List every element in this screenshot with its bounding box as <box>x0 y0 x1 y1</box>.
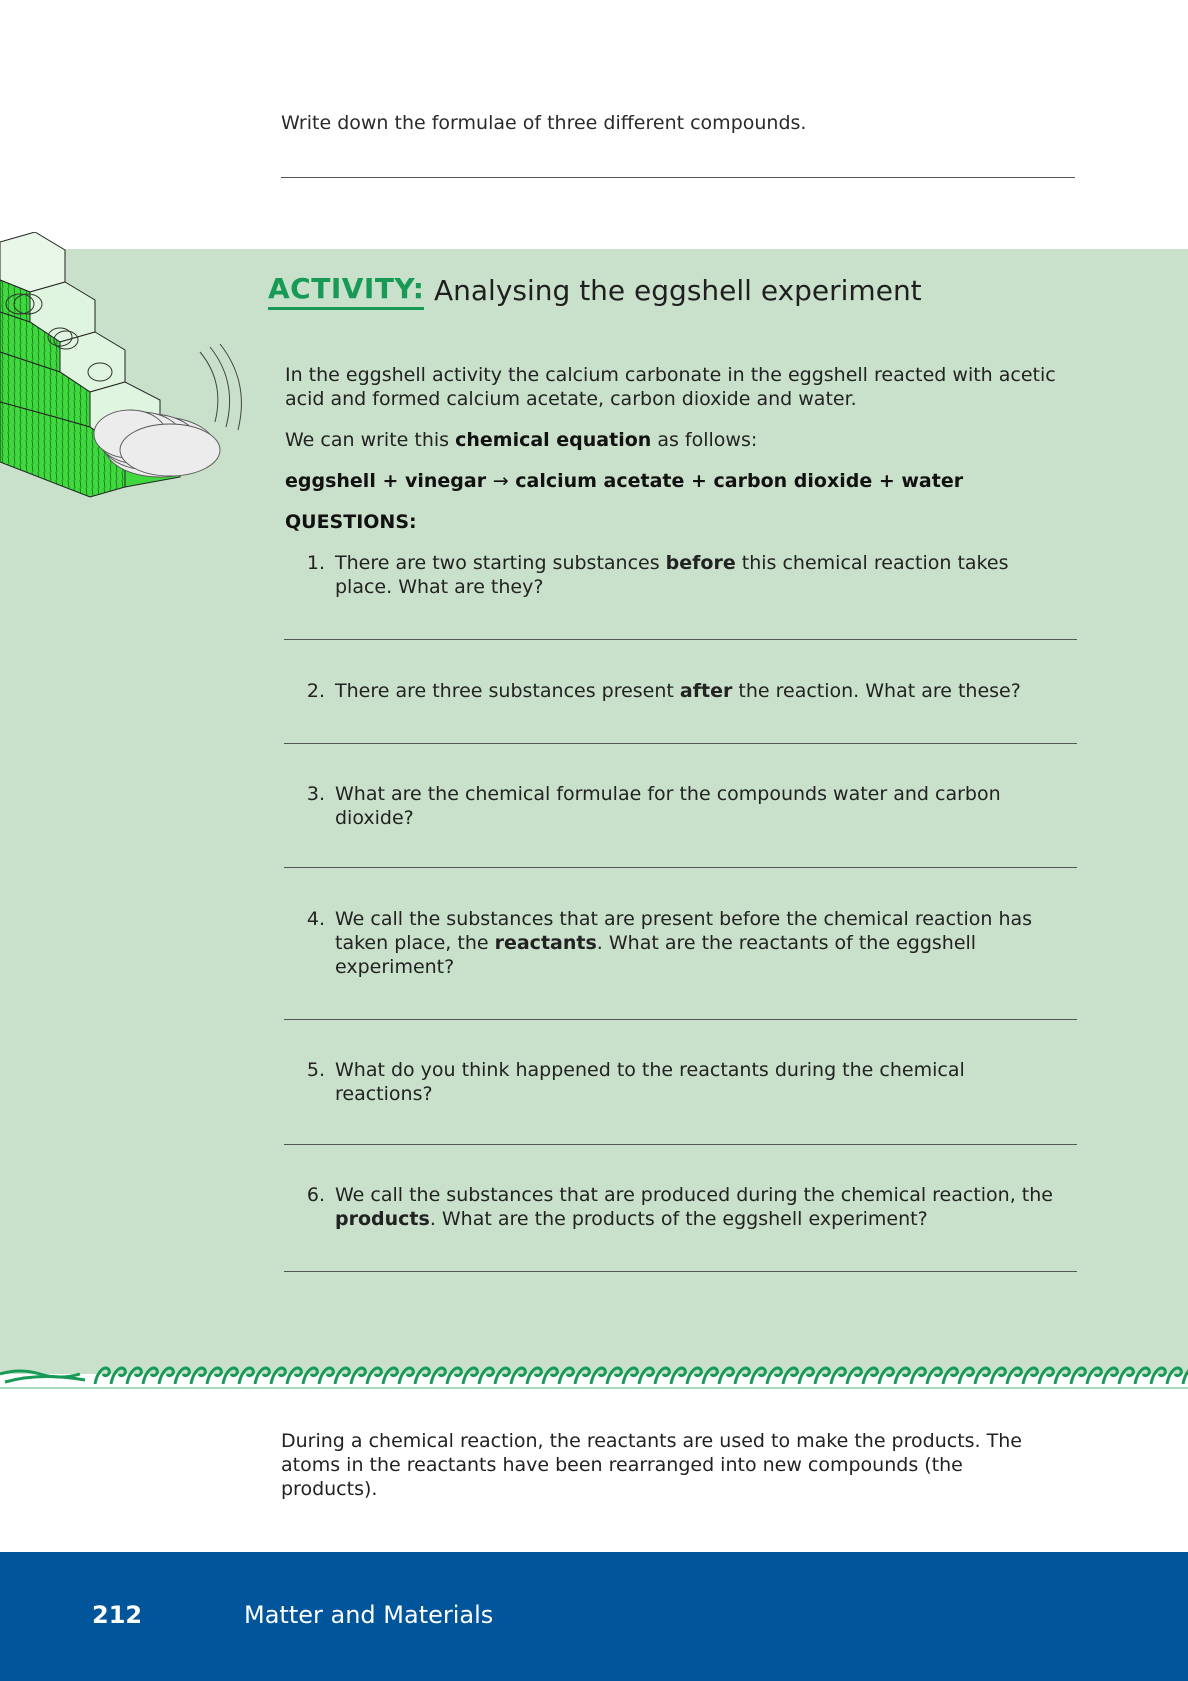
conclusion-line: products). <box>281 1478 378 1500</box>
question-text: experiment? <box>335 956 455 978</box>
conclusion-line: During a chemical reaction, the reactant… <box>281 1430 1022 1452</box>
question-text: There are two starting substances <box>335 552 666 574</box>
answer-line[interactable] <box>284 1144 1077 1145</box>
question-number: 1. <box>306 552 325 574</box>
question-text: taken place, the <box>335 932 495 954</box>
question-text: this chemical reaction takes <box>735 552 1009 574</box>
question-text: There are three substances present <box>335 680 680 702</box>
question-text: place. What are they? <box>335 576 544 598</box>
answer-line[interactable] <box>284 867 1077 868</box>
word-equation: eggshell + vinegar → calcium acetate + c… <box>285 469 1080 493</box>
question-bold: reactants <box>494 932 597 954</box>
answer-line[interactable] <box>284 743 1077 744</box>
equation-left: eggshell + vinegar <box>285 470 493 492</box>
equation-intro: We can write this chemical equation as f… <box>285 428 1080 452</box>
arrow-icon: → <box>492 470 509 492</box>
conclusion-paragraph: During a chemical reaction, the reactant… <box>281 1429 1081 1501</box>
question-6: We call the substances that are produced… <box>335 1183 1085 1231</box>
question-number: 2. <box>306 680 325 702</box>
question-text: . What are the products of the eggshell … <box>429 1208 928 1230</box>
intro-paragraph: In the eggshell activity the calcium car… <box>285 363 1080 411</box>
question-4: We call the substances that are present … <box>335 907 1085 979</box>
question-2: There are three substances present after… <box>335 679 1085 703</box>
question-text: dioxide? <box>335 807 414 829</box>
eq-intro-text: as follows: <box>651 429 758 451</box>
question-1: There are two starting substances before… <box>335 551 1085 599</box>
question-number: 6. <box>306 1184 325 1206</box>
question-text: the reaction. What are these? <box>732 680 1021 702</box>
question-text: . What are the reactants of the eggshell <box>596 932 977 954</box>
question-number: 5. <box>306 1059 325 1081</box>
questions-heading: QUESTIONS: <box>285 511 417 533</box>
question-number: 3. <box>306 783 325 805</box>
answer-line[interactable] <box>284 639 1077 640</box>
page-footer <box>0 1552 1188 1681</box>
page-number: 212 <box>92 1601 143 1629</box>
answer-line[interactable] <box>284 1019 1077 1020</box>
stairs-slinky-illustration <box>0 232 242 498</box>
question-text: What are the chemical formulae for the c… <box>335 783 1001 805</box>
answer-line[interactable] <box>284 1271 1077 1272</box>
answer-line[interactable] <box>281 177 1075 178</box>
conclusion-line: atoms in the reactants have been rearran… <box>281 1454 963 1476</box>
question-text: reactions? <box>335 1083 433 1105</box>
question-bold: products <box>335 1208 430 1230</box>
question-5: What do you think happened to the reacta… <box>335 1058 1085 1106</box>
question-number: 4. <box>306 908 325 930</box>
intro-line: In the eggshell activity the calcium car… <box>285 364 1056 386</box>
eq-intro-bold: chemical equation <box>455 429 652 451</box>
activity-label: ACTIVITY: <box>268 272 425 310</box>
question-text: We call the substances that are present … <box>335 908 1033 930</box>
eq-intro-text: We can write this <box>285 429 456 451</box>
intro-line: acid and formed calcium acetate, carbon … <box>285 388 857 410</box>
question-text: We call the substances that are produced… <box>335 1184 1053 1206</box>
question-bold: after <box>679 680 733 702</box>
equation-right: calcium acetate + carbon dioxide + water <box>508 470 964 492</box>
question-text: What do you think happened to the reacta… <box>335 1059 965 1081</box>
prompt-text: Write down the formulae of three differe… <box>281 112 807 134</box>
activity-title: Analysing the eggshell experiment <box>434 274 922 307</box>
question-bold: before <box>665 552 736 574</box>
question-3: What are the chemical formulae for the c… <box>335 782 1085 830</box>
decorative-border <box>0 1352 1188 1389</box>
book-title: Matter and Materials <box>244 1601 494 1629</box>
